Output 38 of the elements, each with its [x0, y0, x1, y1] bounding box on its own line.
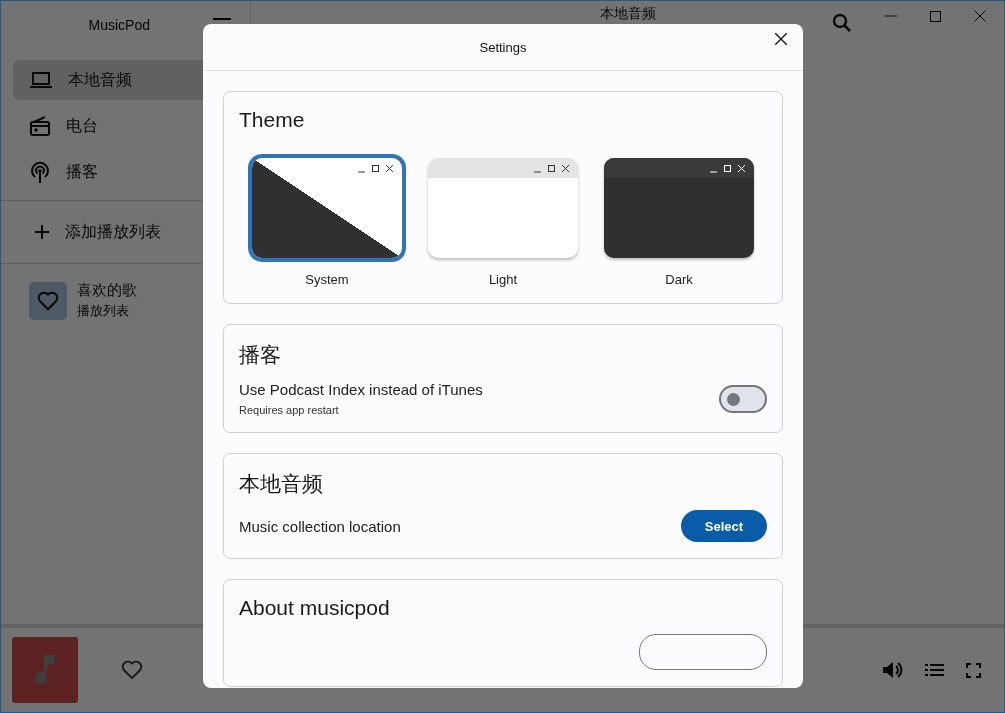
setting-note: Requires app restart — [239, 404, 340, 416]
section-title: About musicpod — [239, 596, 391, 620]
playlist-item[interactable]: 喜欢的歌 播放列表 — [1, 264, 250, 337]
section-title: Theme — [239, 108, 306, 132]
window-controls-icon — [534, 163, 572, 173]
heart-icon — [37, 290, 59, 311]
theme-label: Light — [488, 272, 518, 287]
fullscreen-icon[interactable] — [966, 662, 981, 678]
theme-label: System — [305, 272, 349, 287]
window-controls-icon — [358, 163, 396, 173]
plus-icon — [35, 225, 49, 239]
select-button[interactable]: Select — [681, 510, 767, 542]
sidebar-item[interactable]: 播客 — [13, 152, 238, 192]
page-title: 本地音频 — [600, 5, 657, 21]
queue-icon[interactable] — [925, 663, 944, 677]
maximize-icon[interactable] — [930, 10, 941, 22]
laptop-icon — [30, 72, 52, 88]
podcast-icon — [30, 161, 50, 183]
volume-icon[interactable] — [883, 661, 903, 679]
dialog-title: Settings — [479, 39, 527, 55]
playlist-subtitle: 播放列表 — [77, 302, 130, 320]
theme-label: Dark — [665, 272, 693, 287]
section-title: 播客 — [239, 342, 282, 368]
playlist-title: 喜欢的歌 — [77, 281, 137, 300]
setting-label: Music collection location — [239, 517, 401, 535]
add-playlist-item[interactable]: 添加播放列表 — [1, 201, 250, 263]
close-icon[interactable] — [775, 33, 787, 45]
window-controls-icon — [710, 163, 748, 173]
setting-label: Use Podcast Index instead of iTunes — [239, 381, 483, 398]
search-icon[interactable] — [832, 13, 852, 33]
music-note-icon — [34, 655, 56, 685]
sidebar-item[interactable]: 电台 — [13, 106, 238, 146]
outlined-button[interactable] — [639, 634, 767, 670]
toggle-switch[interactable] — [719, 384, 767, 413]
app-title: MusicPod — [88, 17, 150, 33]
radio-icon — [30, 116, 50, 136]
heart-icon[interactable] — [121, 660, 143, 680]
section-title: 本地音频 — [239, 471, 324, 497]
